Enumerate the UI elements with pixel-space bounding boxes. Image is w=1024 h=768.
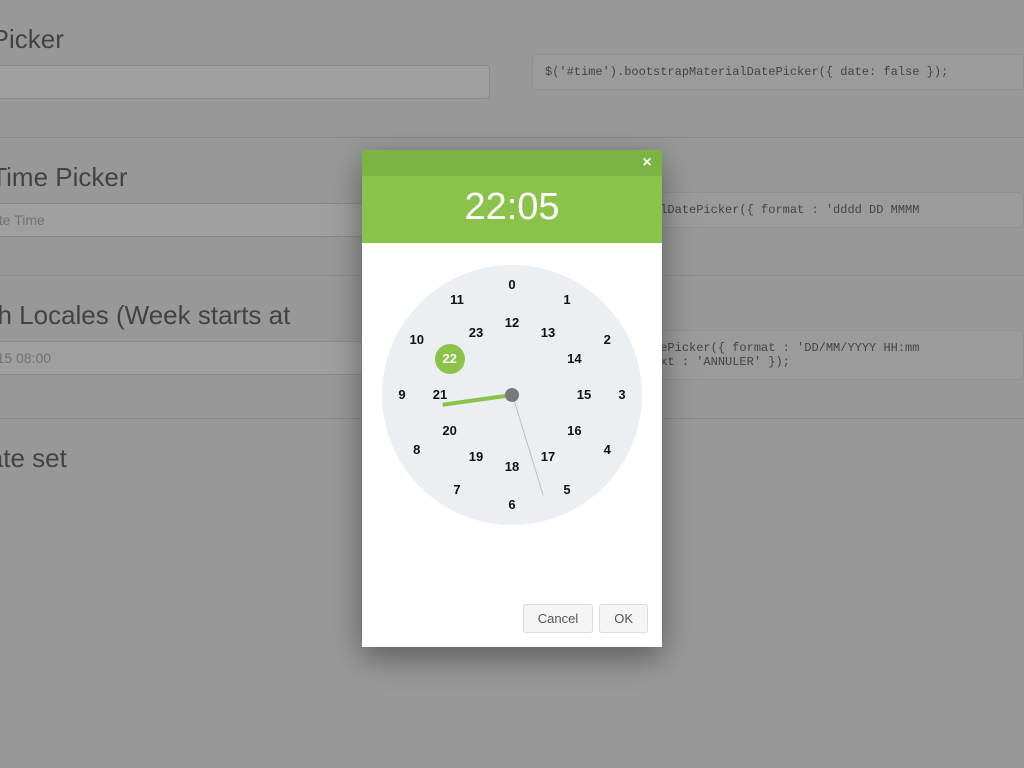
clock-hour-22[interactable]: 22: [435, 344, 465, 374]
clock-hour-11[interactable]: 11: [444, 287, 470, 313]
clock-hand-minute: [512, 395, 544, 496]
close-icon[interactable]: ×: [638, 154, 656, 172]
clock-hour-10[interactable]: 10: [404, 327, 430, 353]
clock-hour-0[interactable]: 0: [499, 272, 525, 298]
modal-footer: Cancel OK: [523, 604, 648, 633]
clock-hour-8[interactable]: 8: [404, 437, 430, 463]
clock-hour-9[interactable]: 9: [389, 382, 415, 408]
clock-hour-4[interactable]: 4: [594, 437, 620, 463]
clock-hour-15[interactable]: 15: [571, 382, 597, 408]
ok-button[interactable]: OK: [599, 604, 648, 633]
clock-face[interactable]: 01234567891011121314151617181920212223: [382, 265, 642, 525]
modal-topbar: ×: [362, 150, 662, 176]
clock-hour-12[interactable]: 12: [499, 310, 525, 336]
clock-container: 01234567891011121314151617181920212223: [362, 243, 662, 535]
clock-hour-3[interactable]: 3: [609, 382, 635, 408]
clock-hour-2[interactable]: 2: [594, 327, 620, 353]
clock-hour-5[interactable]: 5: [554, 477, 580, 503]
clock-hour-17[interactable]: 17: [535, 444, 561, 470]
clock-center-dot: [505, 388, 519, 402]
time-display: 22:05: [362, 176, 662, 243]
cancel-button[interactable]: Cancel: [523, 604, 593, 633]
clock-hour-18[interactable]: 18: [499, 454, 525, 480]
clock-hour-6[interactable]: 6: [499, 492, 525, 518]
time-picker-modal: × 22:05 01234567891011121314151617181920…: [362, 150, 662, 647]
clock-hour-1[interactable]: 1: [554, 287, 580, 313]
clock-hour-23[interactable]: 23: [463, 320, 489, 346]
clock-hour-19[interactable]: 19: [463, 444, 489, 470]
clock-hour-13[interactable]: 13: [535, 320, 561, 346]
clock-hour-16[interactable]: 16: [561, 418, 587, 444]
clock-hour-20[interactable]: 20: [437, 418, 463, 444]
clock-hour-14[interactable]: 14: [561, 346, 587, 372]
clock-hour-7[interactable]: 7: [444, 477, 470, 503]
